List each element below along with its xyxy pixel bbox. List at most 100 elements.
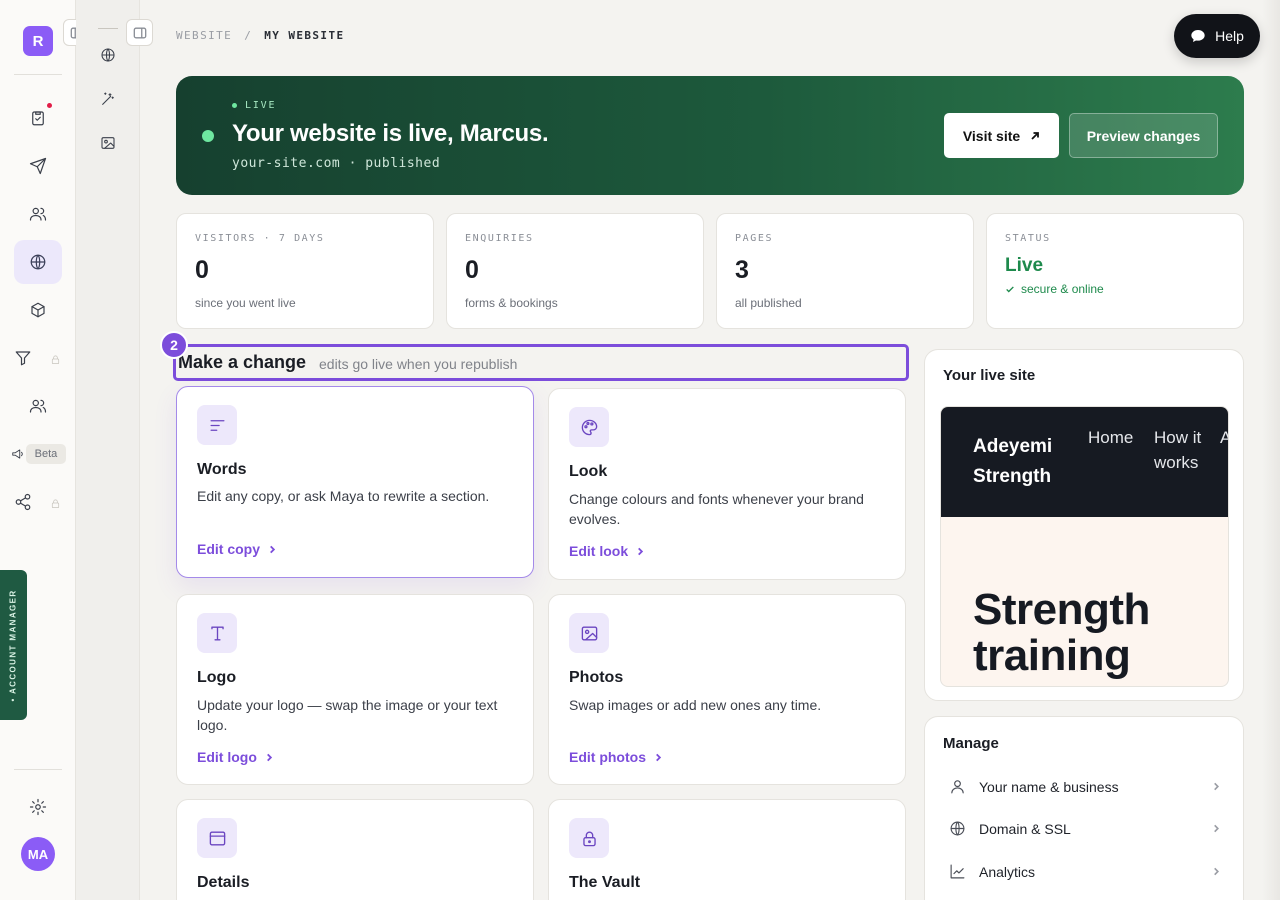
app-rail: R Beta MA [0,0,76,900]
manage-item-business[interactable]: Your name & business [949,775,1221,799]
subnav-divider [98,28,118,29]
website-nav-item[interactable] [14,240,62,284]
card-logo[interactable]: Logo Update your logo — swap the image o… [176,594,534,785]
chevron-right-icon [1212,778,1221,796]
avatar[interactable]: MA [21,837,55,871]
manage-item-domain[interactable]: Domain & SSL [949,817,1221,841]
visit-site-button[interactable]: Visit site [944,113,1059,158]
lock-icon [50,352,61,370]
chevron-right-icon [266,753,273,761]
manage-item-analytics[interactable]: Analytics [949,860,1221,884]
notification-dot [47,103,52,108]
preview-brand: Adeyemi Strength [973,436,1053,487]
panel-title: Your live site [943,367,1036,384]
live-tag-label: LIVE [245,100,277,111]
live-site-preview[interactable]: Adeyemi Strength Home How it works A Str… [940,406,1229,687]
card-details[interactable]: Details [176,799,534,900]
chevron-right-icon [1212,820,1221,838]
card-description: Update your logo — swap the image or you… [197,697,498,733]
edit-photos-link[interactable]: Edit photos [569,749,663,765]
tasks-icon[interactable] [28,108,48,128]
megaphone-icon[interactable] [10,446,26,462]
stat-label: VISITORS · 7 DAYS [195,233,325,244]
magic-wand-icon[interactable] [100,91,118,109]
rail-divider [14,74,62,75]
box-icon[interactable] [28,300,48,320]
preview-changes-button[interactable]: Preview changes [1069,113,1218,158]
hero-subtitle: your-site.com · published [232,156,441,171]
edit-look-link[interactable]: Edit look [569,543,645,559]
section-subtitle: edits go live when you republish [319,356,518,372]
app-logo[interactable]: R [23,26,53,56]
live-site-panel: Your live site Adeyemi Strength Home How… [924,349,1244,701]
card-title: Details [197,874,250,891]
window-icon [197,818,237,858]
stat-caption: all published [735,296,802,310]
breadcrumb-current: MY WEBSITE [264,29,345,42]
card-title: Photos [569,669,624,686]
chart-line-icon [949,863,967,881]
lock-icon [569,818,609,858]
chat-bubble-icon [1191,30,1205,42]
stat-value: 3 [735,256,749,284]
manage-item-label: Domain & SSL [979,821,1071,837]
globe-icon[interactable] [100,47,118,65]
text-lines-icon [197,405,237,445]
stat-caption: secure & online [1005,282,1104,296]
rail-divider [14,769,62,770]
manage-item-label: Your name & business [979,779,1119,795]
help-label: Help [1215,28,1244,44]
beta-badge: Beta [26,444,66,464]
send-icon[interactable] [28,156,48,176]
share-icon[interactable] [13,492,33,512]
edit-logo-link[interactable]: Edit logo [197,749,274,765]
card-description: Change colours and fonts whenever your b… [569,491,864,527]
person-icon [949,778,967,796]
stat-value: 0 [195,256,209,284]
stat-value: 0 [465,256,479,284]
card-look[interactable]: Look Change colours and fonts whenever y… [548,388,906,580]
team-icon[interactable] [28,396,48,416]
card-title: The Vault [569,874,641,891]
panel-title: Manage [943,735,999,752]
status-caption-text: secure & online [1021,282,1104,296]
card-photos[interactable]: Photos Swap images or add new ones any t… [548,594,906,785]
stat-caption: since you went live [195,296,296,310]
image-icon[interactable] [100,135,118,153]
edit-copy-link[interactable]: Edit copy [197,541,277,557]
collapse-subnav-button[interactable] [126,19,153,46]
link-label: Edit look [569,543,629,559]
card-description: Swap images or add new ones any time. [569,697,822,713]
website-subnav [76,0,140,900]
card-title: Logo [197,669,237,686]
stat-value: Live [1005,255,1044,276]
card-description: Edit any copy, or ask Maya to rewrite a … [197,488,490,504]
palette-icon [569,407,609,447]
account-manager-tab[interactable]: • ACCOUNT MANAGER [0,570,27,720]
funnel-icon[interactable] [13,348,33,368]
arrow-up-right-icon [1031,131,1040,140]
contacts-icon[interactable] [28,204,48,224]
link-label: Edit logo [197,749,257,765]
card-vault[interactable]: The Vault [548,799,906,900]
card-words[interactable]: Words Edit any copy, or ask Maya to rewr… [176,386,534,578]
type-icon [197,613,237,653]
manage-panel: Manage Your name & business Domain & SSL… [924,716,1244,900]
stat-card-status: STATUS Live secure & online [986,213,1244,329]
stat-caption: forms & bookings [465,296,558,310]
stat-label: PAGES [735,233,774,244]
gear-icon[interactable] [28,797,48,817]
sidebar-toggle-icon [133,27,146,38]
stat-label: STATUS [1005,233,1051,244]
image-icon [569,613,609,653]
live-tag: LIVE [232,100,276,111]
chevron-right-icon [656,753,662,761]
stat-card-enquiries: ENQUIRIES 0 forms & bookings [446,213,704,329]
link-label: Edit photos [569,749,646,765]
hero-title: Your website is live, Marcus. [232,120,549,147]
stat-card-visitors: VISITORS · 7 DAYS 0 since you went live [176,213,434,329]
visit-site-label: Visit site [962,127,1021,144]
breadcrumb-parent[interactable]: WEBSITE [176,29,232,42]
help-button[interactable]: Help [1174,14,1260,58]
manage-item-label: Analytics [979,864,1036,880]
